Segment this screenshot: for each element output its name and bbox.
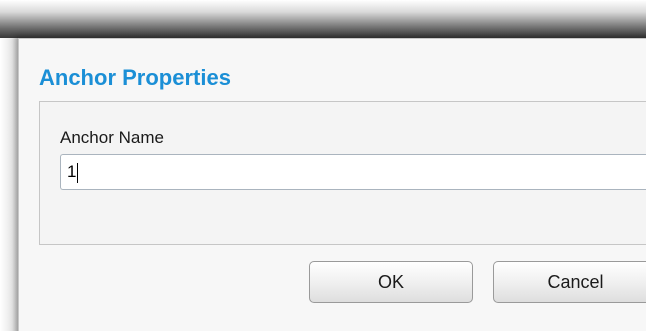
- page-backdrop: [0, 0, 646, 40]
- screen: Anchor Properties Anchor Name OK Cancel: [0, 0, 646, 331]
- anchor-properties-dialog: Anchor Properties Anchor Name OK Cancel: [18, 38, 646, 331]
- anchor-name-input[interactable]: [60, 154, 646, 190]
- ok-button[interactable]: OK: [309, 261, 473, 303]
- cancel-button[interactable]: Cancel: [493, 261, 646, 303]
- dialog-shadow: [0, 38, 20, 331]
- dialog-title: Anchor Properties: [39, 65, 231, 90]
- anchor-name-panel: Anchor Name: [39, 101, 646, 245]
- text-caret: [77, 163, 78, 183]
- anchor-name-label: Anchor Name: [60, 128, 164, 147]
